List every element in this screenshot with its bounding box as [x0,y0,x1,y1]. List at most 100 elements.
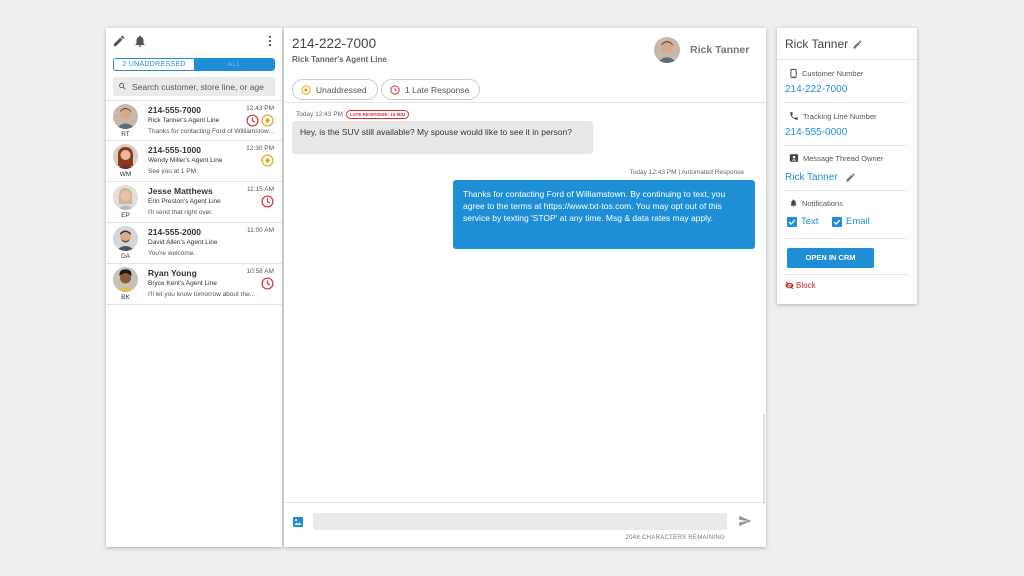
status-icons [261,277,274,290]
late-clock-icon [261,277,274,290]
owner-avatar [654,37,680,63]
notify-email-label: Email [846,216,870,227]
conversation-preview: Thanks for contacting Ford of Williamsto… [148,128,276,135]
conversation-item[interactable]: EP Jesse Matthews Erin Preston's Agent L… [106,182,282,223]
tracking-line-label: Tracking Line Number [789,111,877,121]
edit-pencil-icon[interactable] [852,39,863,50]
notifications-label: Notifications [789,198,843,208]
conversation-preview: You're welcome. [148,250,196,257]
image-attach-icon[interactable] [292,516,304,528]
chat-phone-number: 214-222-7000 [292,36,377,51]
scrollbar[interactable] [763,414,765,504]
conversation-item[interactable]: WM 214-555-1000 Wendy Miller's Agent Lin… [106,141,282,182]
conversation-time: 12:30 PM [246,145,274,152]
search-input[interactable]: Search customer, store line, or age [113,77,275,96]
late-response-badge: LATE RESPONSE: 15 MIN [345,110,409,119]
customer-number-value[interactable]: 214-222-7000 [785,84,847,95]
conversation-time: 12:43 PM [246,105,274,112]
avatar-initials: BK [121,294,130,301]
conversation-item[interactable]: DA 214-555-2000 David Allen's Agent Line… [106,223,282,264]
unaddressed-icon [261,154,274,167]
conversation-agent-line: David Allen's Agent Line [148,239,218,246]
contact-details-panel: Rick Tanner Customer Number 214-222-7000… [777,28,917,304]
divider [785,190,909,191]
send-icon[interactable] [737,514,753,528]
conversation-preview: See you at 1 PM. [148,168,198,175]
avatar [113,104,138,129]
conversation-time: 11:15 AM [247,186,274,193]
conversation-time: 10:58 AM [246,268,274,275]
chat-panel: 214-222-7000 Rick Tanner's Agent Line Ri… [284,28,766,547]
more-vert-icon[interactable] [263,34,277,48]
edit-pencil-icon[interactable] [845,172,856,183]
call-icon [790,112,798,120]
conversation-list-panel: 2 UNADDRESSED ALL Search customer, store… [106,28,282,547]
chat-agent-line: Rick Tanner's Agent Line [292,55,387,64]
contact-card-icon [789,154,799,162]
avatar [113,226,138,251]
thread-owner-label: Message Thread Owner [789,153,883,163]
filter-late-response-chip[interactable]: 1 Late Response [381,79,481,100]
message-input[interactable] [313,513,727,530]
status-icons [261,154,274,167]
chip-label: Unaddressed [316,84,367,95]
divider [777,59,917,60]
status-icons [246,114,274,127]
characters-remaining: 2048 CHARACTERS REMAINING [625,535,725,541]
block-icon [785,281,794,290]
avatar-initials: RT [121,131,130,138]
conversation-item[interactable]: BK Ryan Young Bryce Kent's Agent Line I'… [106,264,282,305]
unaddressed-icon [301,84,311,95]
notify-email-checkbox[interactable]: Email [832,216,870,227]
conversation-time: 11:00 AM [247,227,274,234]
filter-tabs: 2 UNADDRESSED ALL [113,58,275,71]
customer-number-label: Customer Number [789,68,863,79]
open-in-crm-button[interactable]: OPEN IN CRM [787,248,874,268]
compose-pencil-icon[interactable] [112,34,126,48]
search-placeholder: Search customer, store line, or age [132,81,264,92]
incoming-message-meta: Today 12:43 PM LATE RESPONSE: 15 MIN [296,110,409,119]
chat-owner-name[interactable]: Rick Tanner [690,44,749,56]
avatar-initials: WM [119,171,132,178]
block-button[interactable]: Block [785,281,816,290]
message-thread[interactable]: Today 12:43 PM LATE RESPONSE: 15 MIN Hey… [284,102,766,504]
outgoing-message-bubble: Thanks for contacting Ford of Williamsto… [453,180,755,249]
divider [785,274,909,275]
conversation-agent-line: Rick Tanner's Agent Line [148,117,220,124]
tracking-line-value[interactable]: 214-555-0000 [785,127,847,138]
avatar [113,267,138,292]
conversation-name: 214-555-2000 [148,227,201,237]
checkbox-checked-icon [832,216,842,227]
message-composer: 2048 CHARACTERS REMAINING [284,502,766,547]
filter-unaddressed-chip[interactable]: Unaddressed [292,79,378,100]
conversation-item[interactable]: RT 214-555-7000 Rick Tanner's Agent Line… [106,100,282,141]
conversation-toolbar [106,28,282,54]
conversation-agent-line: Bryce Kent's Agent Line [148,280,217,287]
bell-icon[interactable] [133,34,147,48]
conversation-agent-line: Erin Preston's Agent Line [148,198,221,205]
notify-text-checkbox[interactable]: Text [787,216,818,227]
status-icons [261,195,274,208]
thread-owner-name: Rick Tanner [785,172,838,183]
search-icon [119,83,126,90]
avatar-initials: DA [120,253,131,260]
conversation-name: 214-555-1000 [148,145,201,155]
outgoing-message-meta: Today 12:43 PM | Automated Response [629,169,744,176]
tab-unaddressed[interactable]: 2 UNADDRESSED [114,59,194,70]
tab-all[interactable]: ALL [194,59,274,70]
avatar [113,144,138,169]
phone-icon [790,68,797,79]
chip-label: 1 Late Response [405,84,470,95]
contact-name: Rick Tanner [785,37,849,51]
late-clock-icon [261,195,274,208]
divider [785,145,909,146]
checkbox-checked-icon [787,216,797,227]
incoming-timestamp: Today 12:43 PM [296,111,343,118]
late-clock-icon [246,114,259,127]
conversation-list: RT 214-555-7000 Rick Tanner's Agent Line… [106,100,282,305]
conversation-preview: I'll send that right over. [148,209,213,216]
conversation-name: Ryan Young [148,268,197,278]
avatar [113,185,138,210]
conversation-name: 214-555-7000 [148,105,201,115]
thread-owner-value[interactable]: Rick Tanner [785,172,856,183]
